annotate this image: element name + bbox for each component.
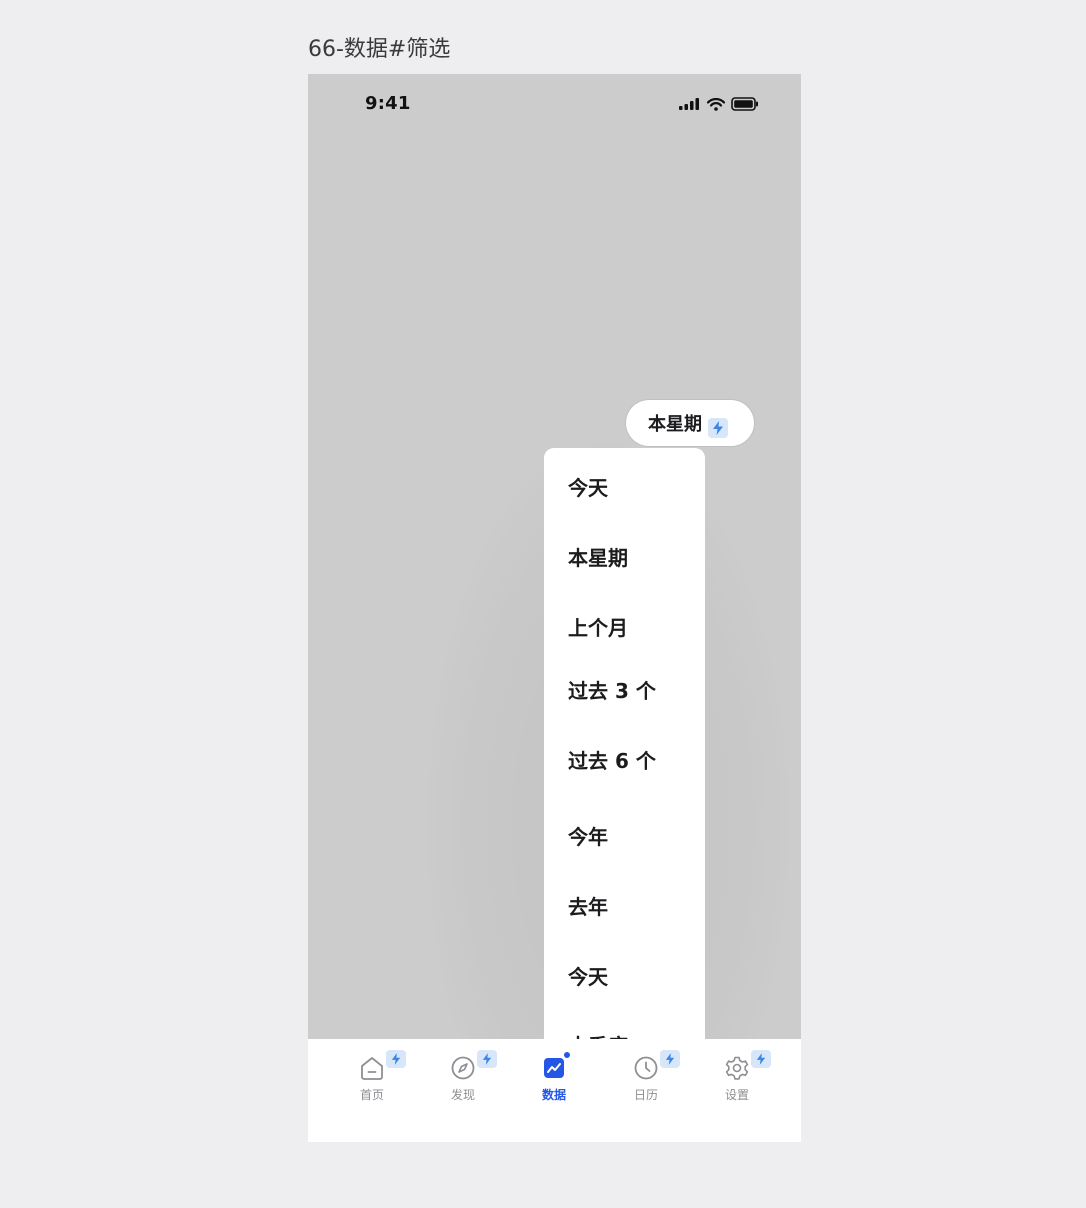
date-filter-label: 本星期 xyxy=(648,414,702,435)
tab-bar: 首页 发现 数据 日历 设置 xyxy=(308,1039,801,1142)
dropdown-item-today-2[interactable]: 今天 xyxy=(568,962,668,998)
date-range-dropdown: 今天 本星期 上个月 过去 3 个月 过去 6 个月 今年 去年 今天 本季度 xyxy=(544,448,705,1142)
dropdown-item-this-week[interactable]: 本星期 xyxy=(568,543,668,579)
tab-home[interactable]: 首页 xyxy=(332,1050,412,1111)
status-time: 9:41 xyxy=(365,93,411,114)
tab-label: 数据 xyxy=(541,1088,566,1102)
tab-label: 发现 xyxy=(450,1088,475,1102)
clock-icon xyxy=(634,1056,658,1080)
tab-label: 日历 xyxy=(633,1088,658,1102)
dropdown-item-this-year[interactable]: 今年 xyxy=(568,822,668,858)
tab-data[interactable]: 数据 xyxy=(514,1051,594,1111)
status-bar: 9:41 xyxy=(308,74,801,138)
signal-icon xyxy=(679,98,699,110)
tab-settings[interactable]: 设置 xyxy=(697,1050,777,1111)
dropdown-item-past-6-months[interactable]: 过去 6 个月 xyxy=(568,746,668,780)
dropdown-item-last-month[interactable]: 上个月 xyxy=(568,613,668,649)
compass-icon xyxy=(451,1056,475,1080)
notification-dot xyxy=(563,1051,571,1059)
dropdown-item-today[interactable]: 今天 xyxy=(568,473,668,509)
bolt-icon xyxy=(708,418,728,438)
tab-discover[interactable]: 发现 xyxy=(423,1050,503,1111)
phone-screen: 9:41 本星期 今天 本星期 上个月 过去 3 个 过去 6 个 今年 去年 … xyxy=(308,74,801,1142)
battery-icon xyxy=(731,97,758,111)
dropdown-item-last-year[interactable]: 去年 xyxy=(568,892,668,928)
tab-label: 设置 xyxy=(724,1088,749,1102)
tab-label: 首页 xyxy=(359,1088,384,1102)
date-filter-button[interactable]: 本星期 xyxy=(626,400,754,446)
bolt-icon xyxy=(751,1050,771,1068)
canvas-title: 66-数据#筛选 xyxy=(308,37,451,62)
home-icon xyxy=(361,1057,383,1080)
status-icons xyxy=(679,97,759,111)
bolt-icon xyxy=(660,1050,680,1068)
wifi-icon xyxy=(707,97,725,111)
bolt-icon xyxy=(477,1050,497,1068)
bolt-icon xyxy=(386,1050,406,1068)
gear-icon xyxy=(725,1056,749,1080)
tab-calendar[interactable]: 日历 xyxy=(606,1050,686,1111)
dropdown-item-past-3-months[interactable]: 过去 3 个月 xyxy=(568,676,668,710)
